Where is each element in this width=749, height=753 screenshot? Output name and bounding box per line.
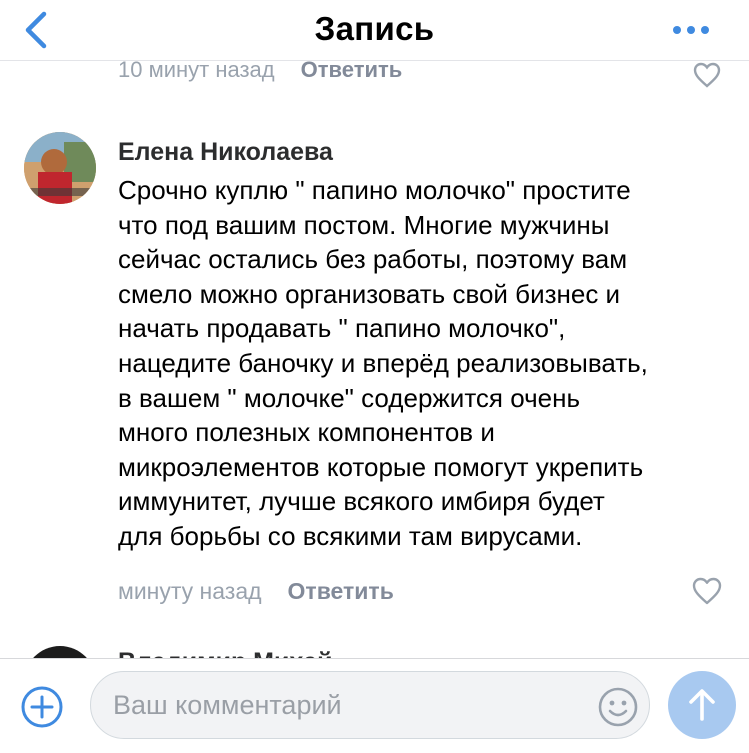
comment-meta: минуту назад Ответить <box>118 578 394 605</box>
comment-input[interactable] <box>90 671 650 739</box>
top-bar: Запись <box>0 0 749 61</box>
send-button[interactable] <box>668 671 736 739</box>
more-dots-icon <box>673 26 709 34</box>
plus-circle-icon <box>21 686 63 728</box>
avatar[interactable] <box>24 132 96 204</box>
arrow-up-icon <box>689 689 715 721</box>
more-button[interactable] <box>671 22 711 38</box>
reply-button[interactable]: Ответить <box>288 578 394 604</box>
emoji-button[interactable] <box>597 686 639 728</box>
page-title: Запись <box>314 10 435 47</box>
next-comment-author[interactable]: Владимир Михай <box>118 648 333 658</box>
comment-composer <box>0 658 749 753</box>
attach-button[interactable] <box>20 685 64 729</box>
comment-time: минуту назад <box>118 578 262 604</box>
comment-author[interactable]: Елена Николаева <box>118 138 333 167</box>
comment-text: Срочно куплю " папино молочко" простите … <box>118 175 648 551</box>
previous-comment-time: 10 минут назад <box>118 60 275 82</box>
heart-icon[interactable] <box>693 62 721 88</box>
avatar-photo <box>24 132 96 204</box>
next-comment-avatar[interactable] <box>24 646 96 658</box>
smile-icon <box>598 687 638 727</box>
comments-feed[interactable]: 10 минут назад Ответить Елена Николаева С… <box>0 60 749 658</box>
previous-comment-meta: 10 минут назад Ответить <box>118 60 402 83</box>
heart-icon[interactable] <box>692 577 722 605</box>
previous-reply-button[interactable]: Ответить <box>301 60 403 82</box>
